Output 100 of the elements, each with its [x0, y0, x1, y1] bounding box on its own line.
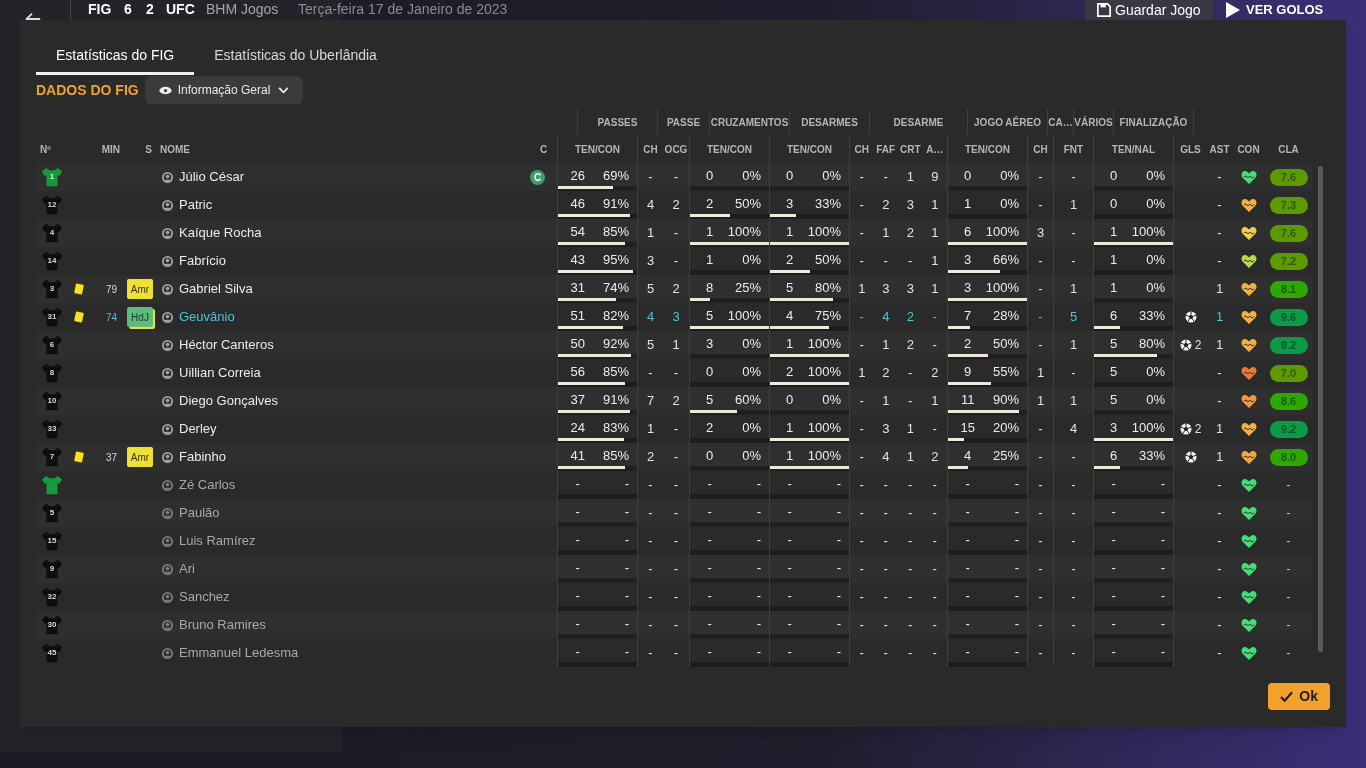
player-name[interactable]: Uillian Correia [179, 363, 261, 383]
stat-value: - [1217, 196, 1222, 215]
stat-percent: - [1014, 503, 1019, 522]
stat-value: 2 [786, 251, 794, 270]
stat-percent: 33% [1138, 447, 1165, 466]
stat-percent: 0% [1146, 363, 1165, 382]
table-row[interactable]: 9 Ari - - - - - - - - - - - - - - - - - - - - [36, 555, 1312, 583]
stat-value: 3 [964, 251, 972, 270]
stat-value: 43 [570, 251, 585, 270]
player-name[interactable]: Paulão [179, 503, 220, 523]
stat-percent: - [624, 475, 629, 494]
player-name[interactable]: Kaíque Rocha [179, 223, 262, 243]
player-name[interactable]: Bruno Ramires [179, 615, 266, 635]
column-header: TEN/CON [965, 142, 1010, 157]
player-name[interactable]: Luis Ramírez [179, 531, 256, 551]
stat-value: 4 [646, 308, 655, 327]
player-name[interactable]: Zé Carlos [179, 475, 236, 495]
save-button[interactable]: Guardar Jogo [1085, 0, 1213, 20]
stat-percent: - [1014, 531, 1019, 550]
player-name[interactable]: Patric [179, 195, 213, 215]
rating-badge: 9.2 [1269, 420, 1308, 438]
stat-value: - [1038, 308, 1043, 327]
player-name[interactable]: Emmanuel Ledesma [179, 643, 299, 663]
stat-percent: 20% [992, 419, 1019, 438]
table-row[interactable]: 1 Júlio César C 26 69% - - 0 0% 0 0% - - 1 9 0 0% - - 0 0% - 7.6 [36, 163, 1312, 191]
stat-percent: 100% [1131, 223, 1165, 242]
stat-value: - [859, 224, 864, 243]
stat-value: - [648, 364, 653, 383]
stat-percent: 0% [742, 335, 761, 354]
column-header: CON [1237, 142, 1260, 157]
stat-percent: 91% [602, 195, 629, 214]
stat-value: 1 [858, 280, 866, 299]
stat-value: 5 [706, 391, 714, 410]
stat-value: - [965, 475, 970, 494]
player-name[interactable]: Gabriel Silva [179, 279, 253, 299]
shirt-number: 10 [46, 396, 58, 405]
stat-percent: - [836, 531, 841, 550]
status-badge: Amr [127, 447, 153, 467]
player-name[interactable]: Geuvânio [179, 307, 235, 327]
table-row[interactable]: 10 Diego Gonçalves 37 91% 7 2 5 60% 0 0% - 1 - 1 11 90% 1 1 5 0% - 8.6 [36, 387, 1312, 415]
stat-value: 1 [931, 252, 939, 271]
floppy-icon [1097, 3, 1111, 17]
player-name[interactable]: Fabrício [179, 251, 226, 271]
stat-value: 0 [786, 391, 794, 410]
stat-value: 1 [646, 420, 655, 439]
stat-value: - [787, 643, 792, 662]
goals-button[interactable]: VER GOLOS [1226, 1, 1324, 18]
stat-value: - [673, 644, 679, 663]
stat-value: 2 [672, 392, 680, 411]
table-row[interactable]: 6 Héctor Canteros 50 92% 5 1 3 0% 1 100% - 1 2 - 2 50% - 1 5 80% 2 1 9.2 [36, 331, 1312, 359]
stat-value: 2 [964, 335, 972, 354]
column-header: GLS [1180, 142, 1201, 157]
stat-value: 5 [646, 280, 655, 299]
stat-percent: - [756, 531, 761, 550]
table-row[interactable]: 4 Kaíque Rocha 54 85% 1 - 1 100% 1 100% - 1 2 1 6 100% 3 - 1 100% - 7.6 [36, 219, 1312, 247]
stat-value: 3 [672, 308, 680, 327]
stat-value: 1 [705, 223, 714, 242]
stat-value: 1 [1110, 279, 1118, 298]
table-row[interactable]: 3 79 Amr Gabriel Silva 31 74% 5 2 8 25% 5 80% 1 3 3 1 3 100% - 1 1 0% 1 8.1 [36, 275, 1312, 303]
status-badge: HdJ [127, 307, 153, 327]
player-name[interactable]: Ari [179, 559, 195, 579]
ok-button[interactable]: Ok [1268, 683, 1330, 710]
stat-value: - [908, 364, 913, 383]
stat-value: - [932, 308, 937, 327]
scrollbar[interactable] [1318, 166, 1323, 652]
stat-value: - [787, 531, 792, 550]
player-name[interactable]: Fabinho [179, 447, 226, 467]
column-header: CH [643, 142, 658, 157]
stat-value: 1 [1036, 392, 1045, 411]
rating-value: - [1286, 644, 1291, 663]
stat-percent: 100% [807, 447, 841, 466]
shirt-number: 1 [48, 172, 56, 181]
table-row[interactable]: 5 Paulão - - - - - - - - - - - - - - - - - - - - [36, 499, 1312, 527]
table-row[interactable]: 30 Bruno Ramires - - - - - - - - - - - - - - - - - - - - [36, 611, 1312, 639]
stat-value: 2 [706, 195, 714, 214]
player-name[interactable]: Júlio César [179, 167, 245, 187]
stat-percent: 0% [1146, 391, 1165, 410]
stat-value: - [648, 532, 653, 551]
stat-percent: 92% [602, 335, 629, 354]
table-row[interactable]: 7 37 Amr Fabinho 41 85% 2 - 0 0% 1 100% - 4 1 2 4 25% - - 6 33% 1 8.0 [36, 443, 1312, 471]
stat-value: 1 [785, 447, 794, 466]
player-name[interactable]: Derley [179, 419, 217, 439]
stat-value: 7 [964, 307, 972, 326]
stat-value: - [575, 531, 580, 550]
stat-percent: 50% [814, 251, 841, 270]
tab[interactable]: Estatísticas do Uberlândia [194, 38, 397, 75]
player-name[interactable]: Sanchez [179, 587, 230, 607]
player-name[interactable]: Héctor Canteros [179, 335, 274, 355]
stat-value: - [673, 224, 679, 243]
stat-value: - [965, 615, 970, 634]
stat-value: 5 [646, 336, 655, 355]
player-name[interactable]: Diego Gonçalves [179, 391, 278, 411]
stat-value: - [908, 504, 913, 523]
stat-value: - [787, 587, 792, 606]
stat-value: - [965, 587, 970, 606]
view-dropdown[interactable]: Informação Geral [144, 76, 304, 104]
stat-percent: - [756, 559, 761, 578]
stat-percent: 0% [742, 447, 761, 466]
stat-value: 1 [931, 196, 939, 215]
stat-value: 15 [960, 419, 975, 438]
